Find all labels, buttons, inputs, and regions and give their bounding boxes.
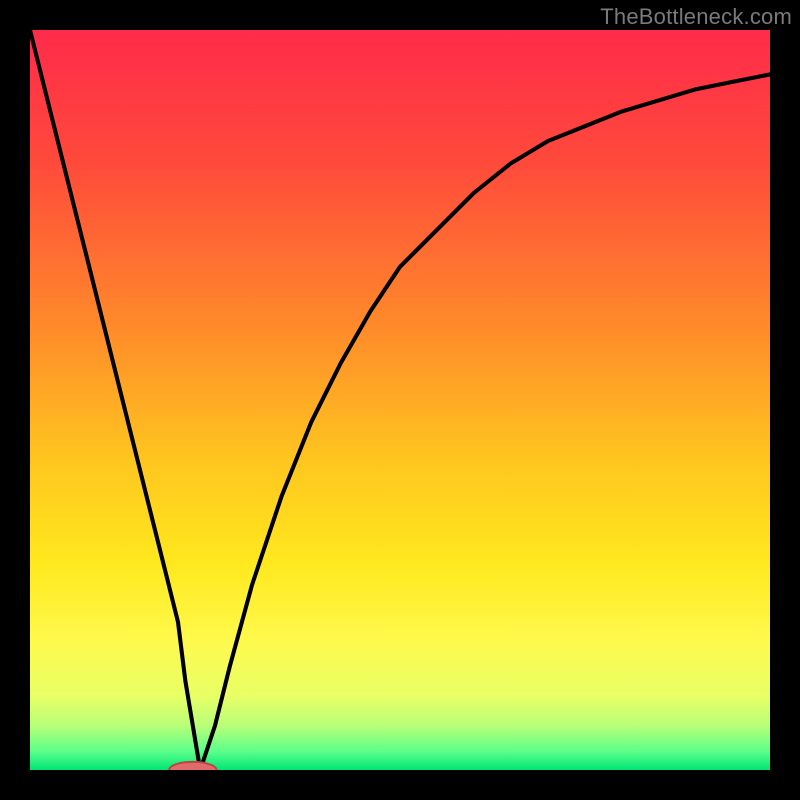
gradient-background: [30, 30, 770, 770]
chart-frame: TheBottleneck.com: [0, 0, 800, 800]
plot-area: [30, 30, 770, 770]
watermark-text: TheBottleneck.com: [600, 4, 792, 30]
plot-svg: [30, 30, 770, 770]
